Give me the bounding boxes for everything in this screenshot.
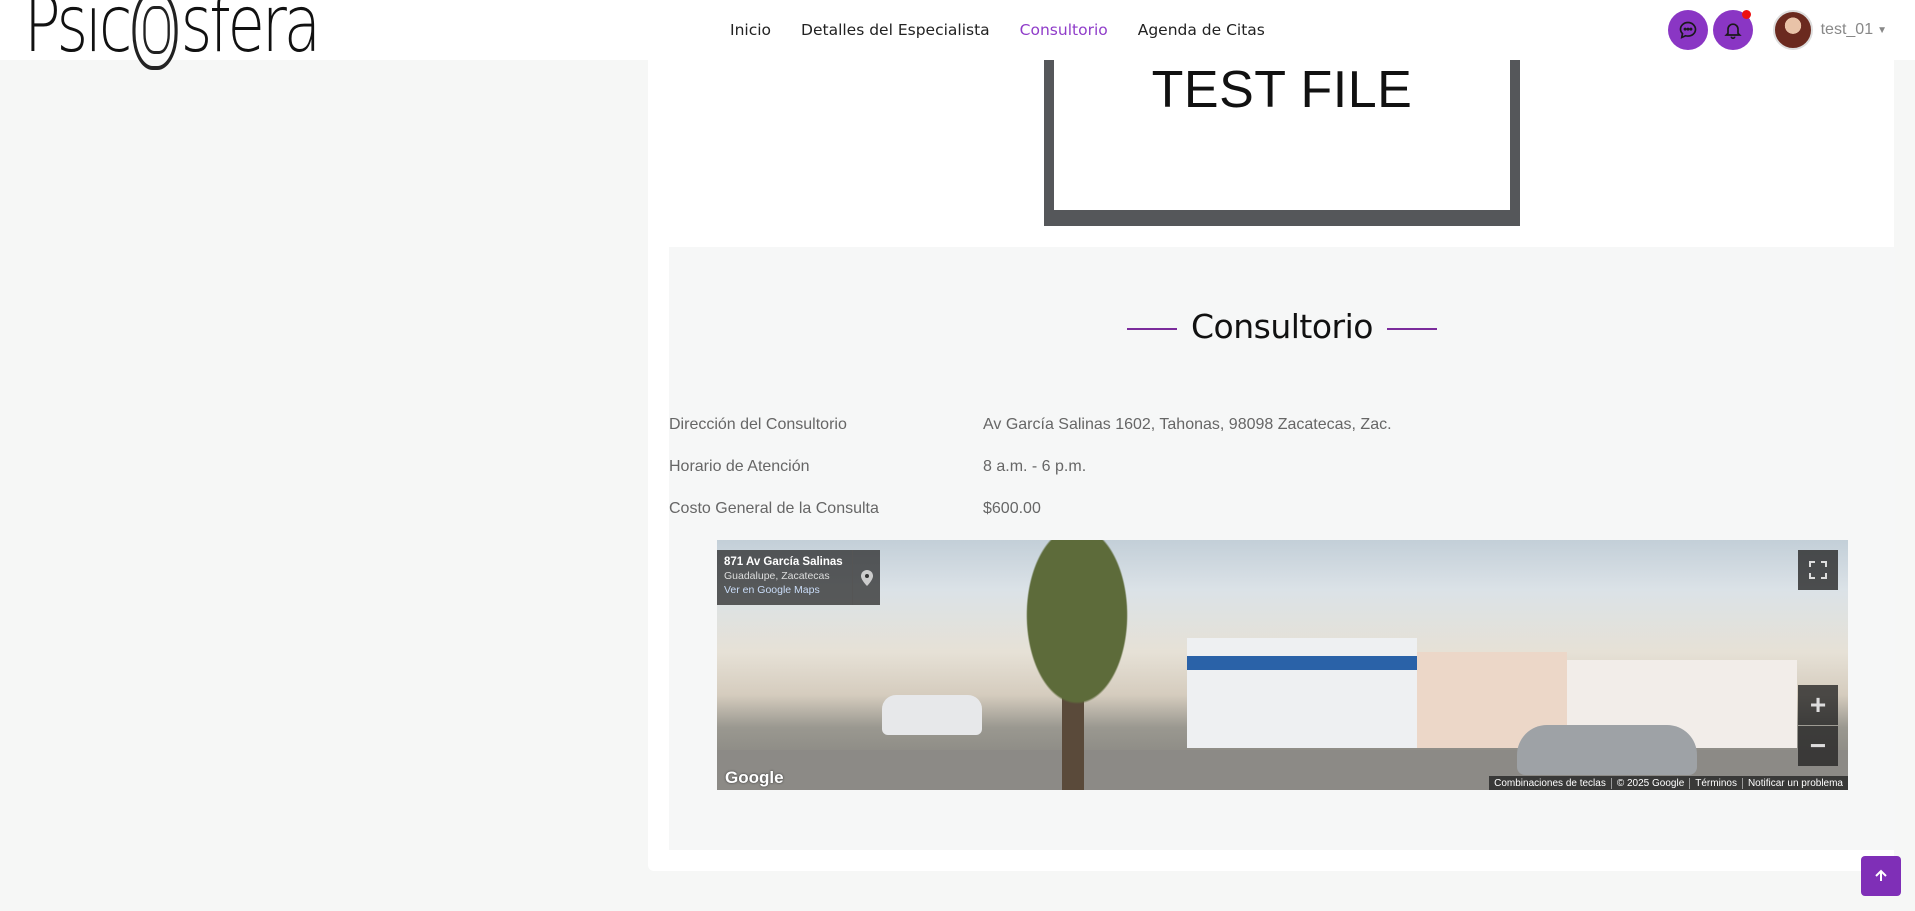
- title-line-right: [1386, 327, 1437, 330]
- username-label[interactable]: test_01: [1821, 21, 1873, 39]
- avatar[interactable]: [1772, 10, 1813, 50]
- bell-icon: [1723, 23, 1742, 40]
- scroll-to-top-button[interactable]: [1861, 856, 1901, 896]
- chat-icon: [1679, 21, 1696, 39]
- view-in-google-maps-link[interactable]: Ver en Google Maps: [724, 584, 873, 596]
- consultorio-section: Consultorio Dirección del Consultorio Av…: [669, 247, 1895, 850]
- terms-link[interactable]: Términos: [1689, 777, 1742, 789]
- notifications-button[interactable]: [1712, 10, 1753, 50]
- info-label: Costo General de la Consulta: [669, 500, 879, 517]
- street-palm: [977, 540, 1177, 790]
- street-building: [1187, 638, 1417, 748]
- nav-consultorio[interactable]: Consultorio: [1020, 21, 1108, 39]
- section-title: Consultorio: [669, 307, 1895, 346]
- document-preview-text: TEST FILE: [1151, 61, 1413, 119]
- fullscreen-button[interactable]: [1798, 550, 1838, 590]
- nav-agenda-citas[interactable]: Agenda de Citas: [1138, 21, 1265, 39]
- street-view-city: Guadalupe, Zacatecas: [724, 570, 830, 582]
- brand-logo[interactable]: Psic sfera: [24, 0, 321, 70]
- map-attribution: Combinaciones de teclas © 2025 Google Té…: [1489, 776, 1848, 790]
- zoom-in-button[interactable]: +: [1798, 685, 1838, 725]
- info-label: Horario de Atención: [669, 458, 810, 475]
- street-view-address: 871 Av García Salinas: [724, 556, 843, 568]
- nav-inicio[interactable]: Inicio: [730, 21, 771, 39]
- info-label: Dirección del Consultorio: [669, 416, 847, 433]
- street-view-embed[interactable]: 871 Av García Salinas Guadalupe, Zacatec…: [717, 540, 1848, 790]
- street-car: [882, 695, 982, 735]
- section-title-text: Consultorio: [1191, 307, 1373, 346]
- google-logo: Google: [725, 768, 784, 787]
- info-value: Av García Salinas 1602, Tahonas, 98098 Z…: [983, 416, 1392, 433]
- report-problem-link[interactable]: Notificar un problema: [1741, 777, 1848, 789]
- header-actions: test_01 ▼: [1667, 10, 1887, 50]
- street-car: [1517, 725, 1697, 775]
- notification-dot: [1741, 10, 1751, 19]
- fullscreen-icon: [1809, 561, 1827, 579]
- keyboard-shortcuts-link[interactable]: Combinaciones de teclas: [1489, 778, 1611, 789]
- top-navbar: Psic sfera Inicio Detalles del Especialis…: [0, 0, 1915, 70]
- zoom-out-button[interactable]: −: [1798, 726, 1838, 766]
- chat-button[interactable]: [1667, 10, 1708, 50]
- title-line-left: [1127, 327, 1177, 330]
- street-view-info: 871 Av García Salinas Guadalupe, Zacatec…: [717, 550, 880, 605]
- main-nav: Inicio Detalles del Especialista Consult…: [730, 0, 1265, 60]
- copyright-text: © 2025 Google: [1610, 777, 1689, 789]
- caret-down-icon[interactable]: ▼: [1877, 25, 1887, 36]
- info-value: 8 a.m. - 6 p.m.: [983, 458, 1087, 475]
- brain-icon: [132, 0, 178, 70]
- arrow-up-icon: [1875, 869, 1887, 881]
- nav-detalles-especialista[interactable]: Detalles del Especialista: [801, 21, 990, 39]
- map-pin-icon[interactable]: [852, 550, 880, 605]
- info-value: $600.00: [983, 500, 1041, 517]
